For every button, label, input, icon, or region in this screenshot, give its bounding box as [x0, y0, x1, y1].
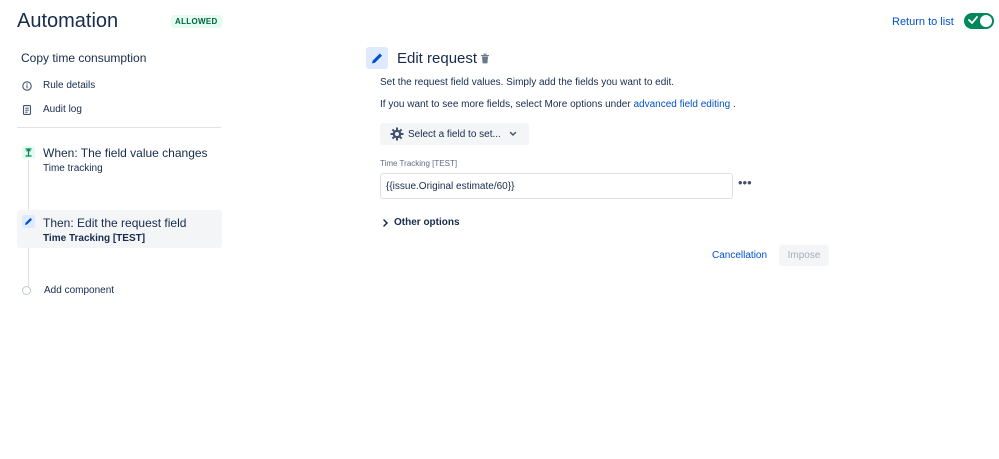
trigger-icon [22, 146, 35, 159]
add-component-circle-icon [22, 286, 31, 295]
trash-icon[interactable] [480, 53, 490, 64]
sidebar-item-label: Rule details [43, 80, 96, 91]
rule-name: Copy time consumption [21, 51, 147, 65]
time-tracking-field-label: Time Tracking [TEST] [380, 159, 458, 168]
check-icon [968, 16, 978, 24]
status-badge: ALLOWED [171, 15, 222, 28]
page-title: Automation [17, 10, 119, 32]
return-to-list-link[interactable]: Return to list [892, 16, 954, 28]
step-subtitle: Time Tracking [TEST] [43, 233, 146, 244]
chevron-down-icon [509, 131, 517, 136]
add-component-button[interactable]: Add component [22, 285, 114, 296]
sidebar-item-label: Audit log [43, 104, 82, 115]
more-options-button[interactable]: ••• [738, 176, 752, 189]
save-button[interactable]: Impose [779, 245, 829, 266]
gear-icon [390, 127, 404, 141]
cancel-button[interactable]: Cancellation [707, 245, 772, 266]
other-options-label: Other options [394, 217, 460, 228]
other-options-expander[interactable]: Other options [382, 217, 460, 228]
info-icon [22, 80, 32, 91]
step-trigger-field-value-changes[interactable]: When: The field value changes Time track… [17, 143, 222, 177]
panel-description-more: If you want to see more fields, select M… [380, 99, 736, 110]
edit-request-icon-box [366, 47, 388, 69]
advanced-field-editing-link[interactable]: advanced field editing [633, 99, 730, 110]
time-tracking-input[interactable] [380, 173, 733, 199]
sidebar-divider [17, 127, 221, 128]
description-text: If you want to see more fields, select M… [380, 99, 631, 110]
panel-title: Edit request [397, 50, 478, 67]
pencil-icon [22, 215, 35, 228]
add-component-label: Add component [44, 285, 115, 296]
chevron-right-icon [383, 218, 389, 227]
step-title: Then: Edit the request field [43, 216, 187, 230]
rule-enabled-toggle[interactable] [964, 13, 994, 29]
step-subtitle: Time tracking [43, 163, 103, 174]
panel-description: Set the request field values. Simply add… [380, 77, 675, 88]
toggle-knob [980, 15, 992, 27]
select-field-label: Select a field to set... [408, 128, 501, 140]
sidebar-item-rule-details[interactable]: Rule details [22, 80, 95, 91]
step-action-edit-request-field[interactable]: Then: Edit the request field Time Tracki… [17, 210, 222, 248]
pencil-icon [372, 53, 382, 64]
document-icon [22, 104, 32, 115]
description-suffix: . [733, 99, 736, 110]
step-title: When: The field value changes [43, 146, 208, 160]
sidebar-item-audit-log[interactable]: Audit log [22, 104, 82, 115]
select-field-dropdown[interactable]: Select a field to set... [380, 123, 529, 145]
